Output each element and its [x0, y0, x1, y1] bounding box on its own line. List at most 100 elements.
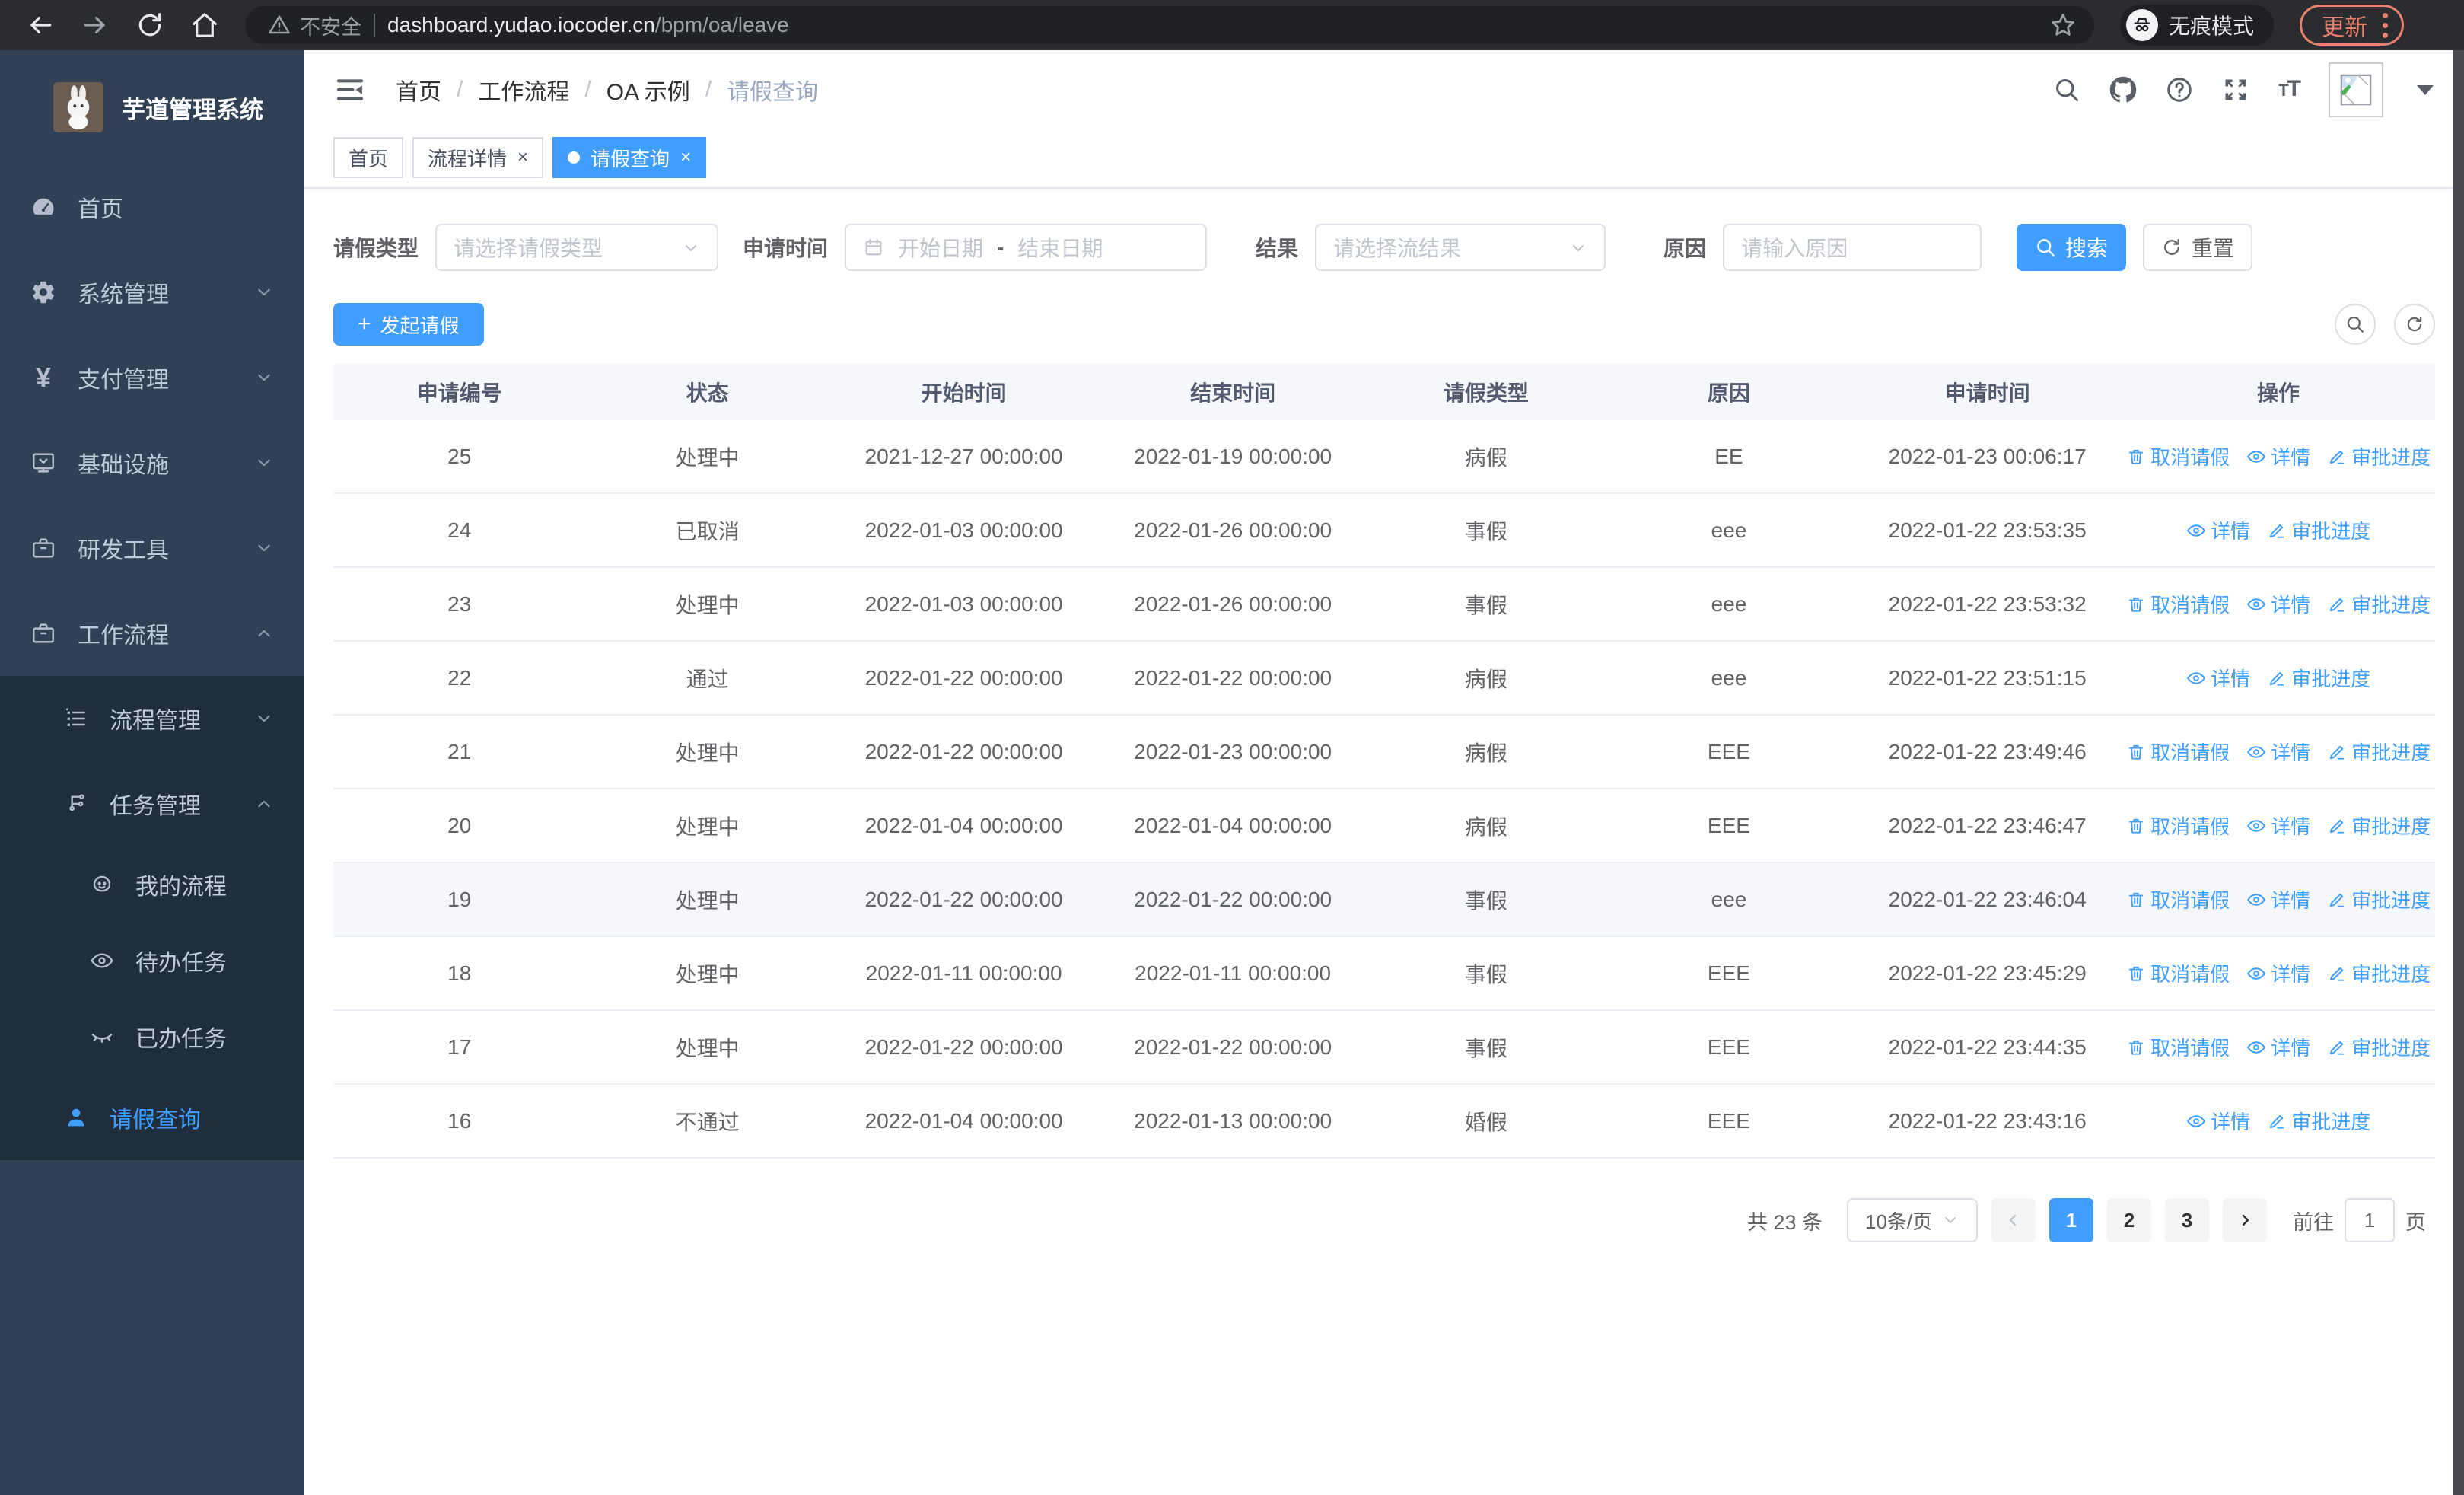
cell-start-time: 2021-12-27 00:00:00 [864, 444, 1063, 468]
cell-apply-time: 2022-01-22 23:51:15 [1888, 665, 2087, 690]
detail-action-link[interactable]: 详情 [2186, 664, 2250, 692]
sidebar-item-label: 流程管理 [110, 709, 201, 734]
fullscreen-icon[interactable] [2222, 76, 2249, 104]
detail-action-link[interactable]: 详情 [2246, 959, 2310, 987]
detail-action-link[interactable]: 详情 [2246, 811, 2310, 840]
cell-actions: 取消请假 详情 审批进度 [2122, 959, 2435, 987]
page-size-select[interactable]: 10条/页 [1847, 1198, 1978, 1242]
avatar[interactable] [2329, 62, 2383, 117]
detail-action-link[interactable]: 详情 [2186, 516, 2250, 544]
cancel-leave-action-link[interactable]: 取消请假 [2126, 590, 2230, 618]
detail-action-link[interactable]: 详情 [2246, 885, 2310, 913]
sidebar-item-my-process[interactable]: 我的流程 [0, 846, 304, 923]
approval-progress-action-link[interactable]: 审批进度 [2327, 738, 2431, 766]
create-leave-button[interactable]: + 发起请假 [333, 303, 484, 346]
sidebar-collapse-icon[interactable] [335, 75, 365, 105]
cell-status: 处理中 [675, 741, 740, 765]
address-bar[interactable]: 不安全 dashboard.yudao.iocoder.cn/bpm/oa/le… [245, 6, 2094, 44]
cell-end-time: 2022-01-23 00:00:00 [1134, 739, 1332, 763]
detail-action-link[interactable]: 详情 [2246, 1033, 2310, 1061]
sidebar-item-leave-query[interactable]: 请假查询 [0, 1075, 304, 1160]
cancel-leave-action-link[interactable]: 取消请假 [2126, 885, 2230, 913]
cancel-leave-action-link[interactable]: 取消请假 [2126, 959, 2230, 987]
approval-progress-action-link[interactable]: 审批进度 [2327, 1033, 2431, 1061]
github-icon[interactable] [2109, 76, 2137, 104]
sidebar-item-infra[interactable]: 基础设施 [0, 420, 304, 505]
detail-action-link[interactable]: 详情 [2246, 590, 2310, 618]
sidebar-item-process-mgmt[interactable]: 流程管理 [0, 676, 304, 761]
browser-menu-icon[interactable] [2383, 12, 2389, 38]
apply-time-range-picker[interactable]: 开始日期 - 结束日期 [845, 224, 1208, 271]
sidebar-item-workflow[interactable]: 工作流程 [0, 591, 304, 676]
approval-progress-action-link[interactable]: 审批进度 [2327, 885, 2431, 913]
approval-progress-action-link[interactable]: 审批进度 [2327, 959, 2431, 987]
breadcrumb-home[interactable]: 首页 [396, 73, 441, 107]
prev-page-button[interactable] [1991, 1198, 2036, 1242]
close-icon[interactable]: × [680, 147, 691, 168]
close-icon[interactable]: × [517, 147, 528, 168]
approval-progress-action-link[interactable]: 审批进度 [2327, 590, 2431, 618]
show-search-toggle-button[interactable] [2335, 304, 2376, 345]
result-select[interactable]: 请选择流结果 [1315, 224, 1606, 271]
cancel-leave-action-link[interactable]: 取消请假 [2126, 811, 2230, 840]
cancel-leave-action-link[interactable]: 取消请假 [2126, 738, 2230, 766]
browser-home-icon[interactable] [190, 11, 219, 40]
cell-actions: 取消请假 详情 审批进度 [2122, 885, 2435, 913]
sidebar-item-home[interactable]: 首页 [0, 164, 304, 250]
browser-forward-icon[interactable] [81, 11, 110, 40]
breadcrumb-oa[interactable]: OA 示例 [606, 73, 690, 107]
font-size-icon[interactable]: TT [2278, 76, 2301, 104]
cell-start-time: 2022-01-11 00:00:00 [865, 961, 1062, 985]
search-icon[interactable] [2053, 76, 2080, 104]
approval-progress-action-link[interactable]: 审批进度 [2267, 664, 2370, 692]
sidebar-item-system[interactable]: 系统管理 [0, 250, 304, 335]
avatar-dropdown-caret-icon[interactable] [2417, 84, 2434, 95]
refresh-table-button[interactable] [2394, 304, 2435, 345]
tab-leave-query[interactable]: 请假查询 × [552, 137, 707, 178]
page-button-2[interactable]: 2 [2107, 1198, 2151, 1242]
cell-status: 处理中 [675, 814, 740, 839]
page-button-3[interactable]: 3 [2165, 1198, 2209, 1242]
help-icon[interactable] [2166, 76, 2193, 104]
window-scrollbar[interactable] [2453, 50, 2464, 1495]
tab-process-detail[interactable]: 流程详情 × [412, 137, 544, 178]
detail-action-link[interactable]: 详情 [2246, 738, 2310, 766]
bookmark-star-icon[interactable] [2050, 12, 2076, 38]
reason-input[interactable]: 请输入原因 [1723, 224, 1982, 271]
browser-reload-icon[interactable] [135, 11, 164, 40]
reset-button[interactable]: 重置 [2143, 224, 2253, 271]
approval-progress-action-link[interactable]: 审批进度 [2267, 516, 2370, 544]
detail-action-link[interactable]: 详情 [2186, 1107, 2250, 1135]
cell-status: 处理中 [675, 593, 740, 617]
sidebar-item-todo-tasks[interactable]: 待办任务 [0, 923, 304, 999]
sidebar-item-done-tasks[interactable]: 已办任务 [0, 999, 304, 1075]
sidebar-item-pay[interactable]: ¥ 支付管理 [0, 335, 304, 420]
sidebar-item-task-mgmt[interactable]: 任务管理 [0, 761, 304, 846]
approval-progress-action-link[interactable]: 审批进度 [2327, 811, 2431, 840]
detail-action-link[interactable]: 详情 [2246, 442, 2310, 470]
goto-page-input[interactable] [2345, 1198, 2395, 1242]
briefcase-icon [30, 535, 56, 561]
approval-progress-action-link[interactable]: 审批进度 [2267, 1107, 2370, 1135]
app-logo-row[interactable]: 芋道管理系统 [0, 50, 304, 164]
next-page-button[interactable] [2223, 1198, 2267, 1242]
table-row: 18 处理中 2022-01-11 00:00:00 2022-01-11 00:00… [333, 937, 2435, 1011]
page-button-1[interactable]: 1 [2049, 1198, 2093, 1242]
tab-home[interactable]: 首页 [333, 137, 404, 178]
sidebar-item-dev[interactable]: 研发工具 [0, 505, 304, 591]
search-button[interactable]: 搜索 [2017, 224, 2127, 271]
security-label: 不安全 [300, 15, 361, 39]
url-text: dashboard.yudao.iocoder.cn/bpm/oa/leave [387, 13, 789, 37]
approval-progress-action-link[interactable]: 审批进度 [2327, 442, 2431, 470]
sidebar-item-label: 基础设施 [78, 453, 169, 478]
header-actions: TT [2053, 62, 2434, 117]
table-row: 16 不通过 2022-01-04 00:00:00 2022-01-13 00:00… [333, 1085, 2435, 1159]
security-warning[interactable]: 不安全 [268, 11, 361, 40]
leave-type-select[interactable]: 请选择请假类型 [435, 224, 719, 271]
browser-back-icon[interactable] [26, 11, 55, 40]
breadcrumb-workflow[interactable]: 工作流程 [478, 73, 569, 107]
cancel-leave-action-link[interactable]: 取消请假 [2126, 442, 2230, 470]
cancel-leave-action-link[interactable]: 取消请假 [2126, 1033, 2230, 1061]
browser-update-button[interactable]: 更新 [2300, 5, 2405, 46]
cell-reason: eee [1711, 591, 1747, 616]
